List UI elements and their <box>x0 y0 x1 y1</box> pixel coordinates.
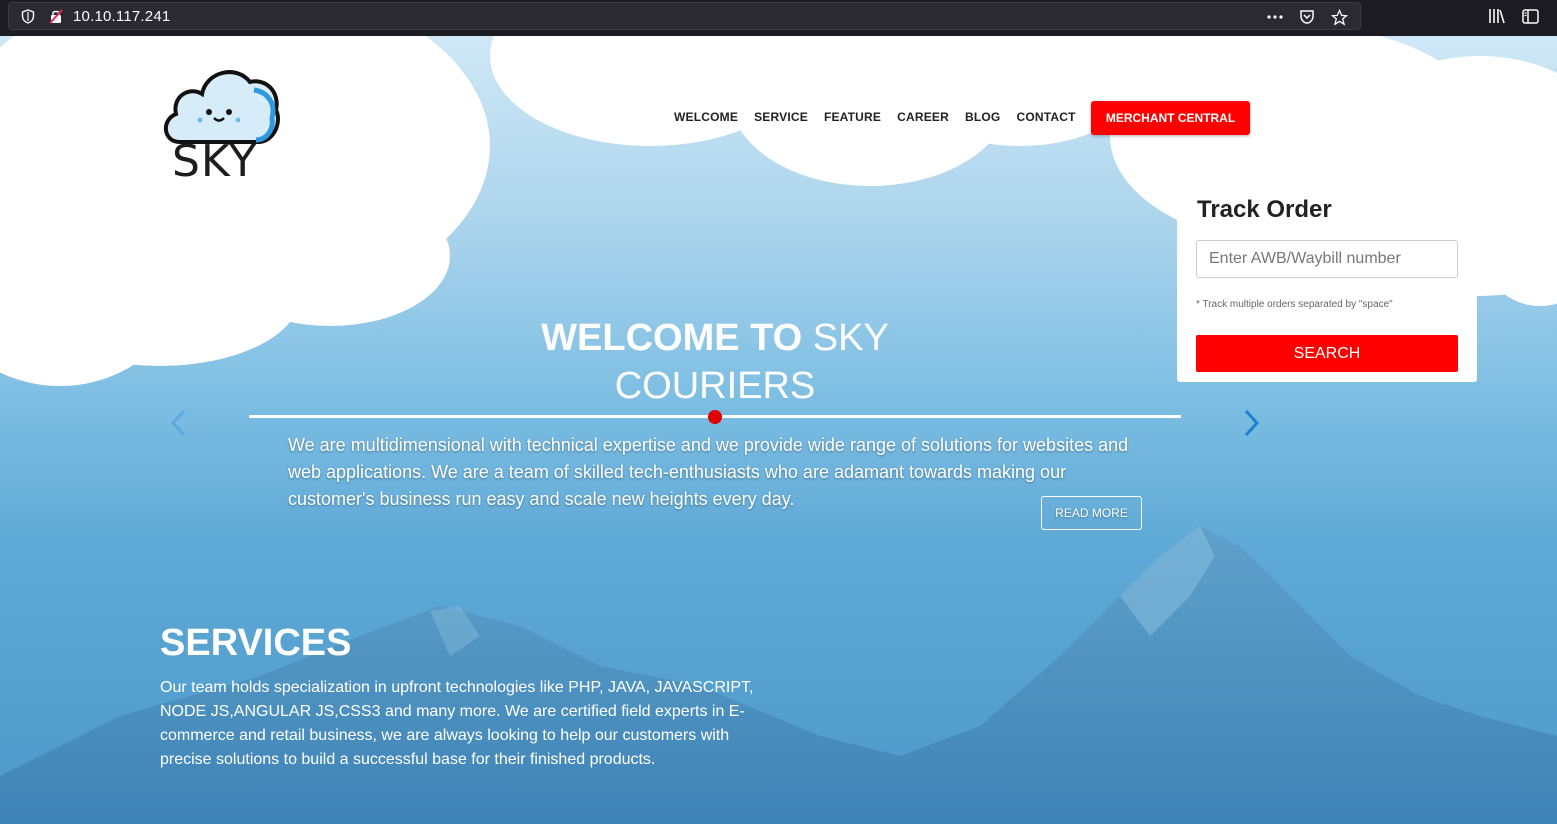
web-page: SKY WELCOME SERVICE FEATURE CAREER BLOG … <box>0 36 1557 824</box>
search-button[interactable]: SEARCH <box>1196 335 1458 372</box>
sidebar-icon[interactable] <box>1521 7 1539 25</box>
awb-number-input[interactable] <box>1196 240 1458 278</box>
track-order-card: Track Order * Track multiple orders sepa… <box>1177 184 1477 382</box>
track-hint-text: * Track multiple orders separated by "sp… <box>1196 299 1393 310</box>
hero-title-light-sky: SKY <box>812 317 889 359</box>
nav-welcome[interactable]: WELCOME <box>674 110 738 124</box>
pocket-icon[interactable] <box>1298 8 1316 26</box>
shield-icon[interactable] <box>21 9 35 24</box>
read-more-button[interactable]: READ MORE <box>1041 496 1142 530</box>
insecure-lock-icon[interactable] <box>49 9 63 24</box>
track-order-title: Track Order <box>1197 196 1332 223</box>
browser-toolbar: 10.10.117.241 <box>0 0 1557 36</box>
url-text[interactable]: 10.10.117.241 <box>73 8 170 25</box>
hero-title: WELCOME TO SKY COURIERS <box>480 314 950 410</box>
merchant-central-button[interactable]: MERCHANT CENTRAL <box>1091 101 1250 135</box>
carousel-indicator-dot[interactable] <box>708 410 722 424</box>
services-description: Our team holds specialization in upfront… <box>160 679 754 768</box>
nav-service[interactable]: SERVICE <box>754 110 808 124</box>
library-icon[interactable] <box>1487 7 1505 25</box>
address-bar[interactable]: 10.10.117.241 <box>8 2 1361 30</box>
hero-description: We are multidimensional with technical e… <box>288 435 1129 509</box>
hero-title-bold: WELCOME TO <box>541 317 803 359</box>
nav-contact[interactable]: CONTACT <box>1016 110 1075 124</box>
nav-career[interactable]: CAREER <box>897 110 949 124</box>
services-heading: SERVICES <box>160 622 352 664</box>
carousel-prev-arrow-icon[interactable] <box>168 408 190 438</box>
carousel-next-arrow-icon[interactable] <box>1240 408 1262 438</box>
brand-name[interactable]: SKY <box>172 136 257 187</box>
nav-feature[interactable]: FEATURE <box>824 110 881 124</box>
nav-blog[interactable]: BLOG <box>965 110 1000 124</box>
main-navigation: WELCOME SERVICE FEATURE CAREER BLOG CONT… <box>674 110 1076 124</box>
star-icon[interactable] <box>1330 8 1348 26</box>
more-icon[interactable] <box>1266 8 1284 26</box>
hero-title-light-couriers: COURIERS <box>614 365 816 407</box>
